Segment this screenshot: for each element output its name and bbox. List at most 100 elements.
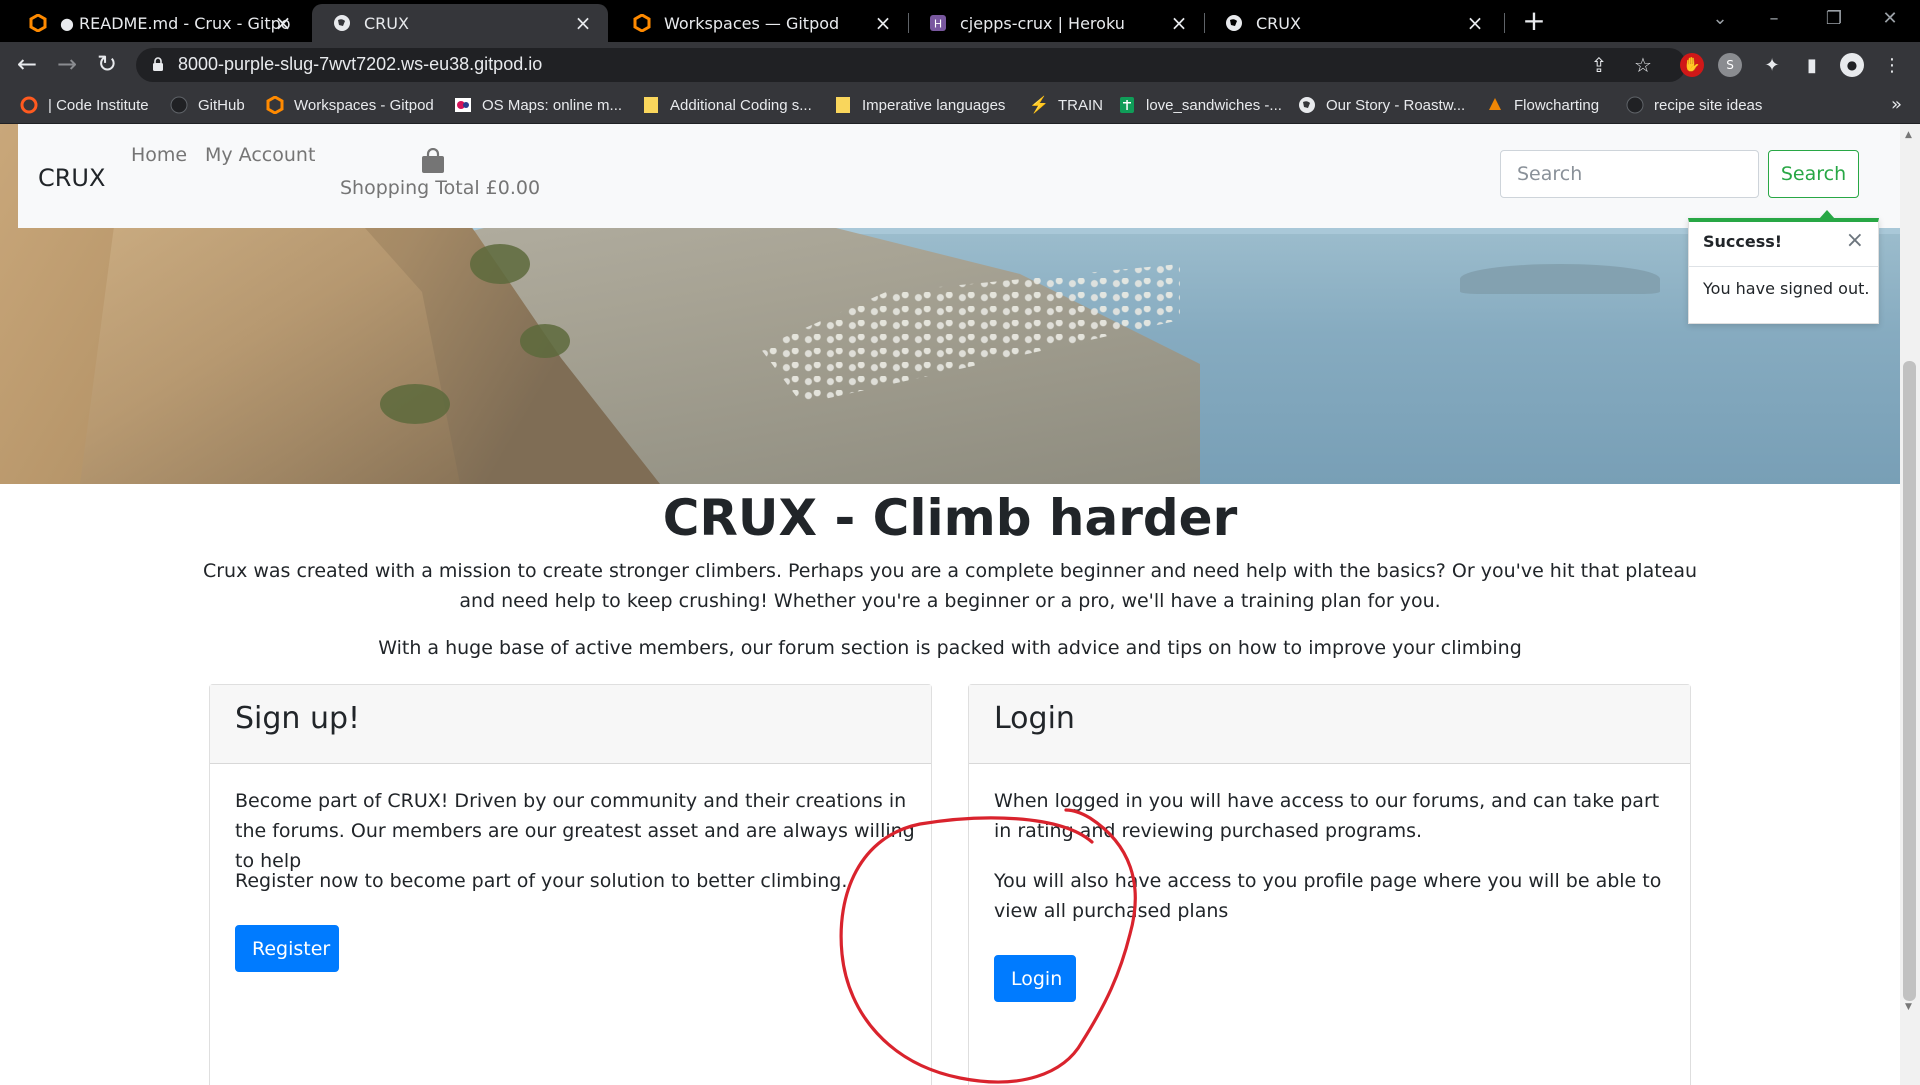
shopping-total[interactable]: Shopping Total £0.00 bbox=[340, 177, 540, 199]
bookmark-item[interactable]: ⚡ TRAIN bbox=[1029, 94, 1103, 116]
code-institute-icon bbox=[20, 96, 38, 114]
bookmark-item[interactable]: OS Maps: online m... bbox=[454, 94, 622, 116]
signup-description: Become part of CRUX! Driven by our commu… bbox=[235, 790, 915, 872]
train-icon: ⚡ bbox=[1029, 97, 1049, 114]
login-button[interactable]: Login bbox=[994, 955, 1076, 1002]
profile-avatar[interactable]: ● bbox=[1840, 53, 1864, 77]
bookmark-item[interactable]: GitHub bbox=[170, 94, 245, 116]
scroll-down-icon[interactable]: ▼ bbox=[1905, 1002, 1912, 1012]
toast-message: You have signed out. bbox=[1703, 279, 1870, 298]
hero-island bbox=[1460, 264, 1660, 294]
close-icon[interactable]: × bbox=[272, 12, 294, 34]
tab-separator bbox=[1504, 13, 1505, 33]
page-title: CRUX - Climb harder bbox=[662, 489, 1238, 547]
bookmark-item[interactable]: Our Story - Roastw... bbox=[1298, 94, 1465, 116]
shopping-bag-icon[interactable] bbox=[421, 148, 445, 174]
nav-link-home[interactable]: Home bbox=[131, 144, 187, 166]
site-brand[interactable]: CRUX bbox=[38, 164, 105, 192]
search-input[interactable] bbox=[1500, 150, 1759, 198]
bookmark-item[interactable]: recipe site ideas bbox=[1626, 94, 1762, 116]
gitpod-icon bbox=[266, 96, 284, 114]
register-button[interactable]: Register bbox=[235, 925, 339, 972]
restore-icon[interactable]: ❐ bbox=[1814, 6, 1854, 32]
close-icon[interactable]: × bbox=[1846, 230, 1864, 252]
github-icon bbox=[1626, 96, 1644, 114]
menu-icon[interactable]: ⋮ bbox=[1880, 53, 1904, 77]
browser-tab[interactable]: ● README.md - Crux - Gitpod Co × bbox=[8, 4, 308, 42]
adblock-icon[interactable]: ✋ bbox=[1680, 53, 1704, 77]
bookmarks-overflow-icon[interactable]: » bbox=[1891, 94, 1902, 115]
sheets-icon bbox=[1118, 96, 1136, 114]
tab-title: cjepps-crux | Heroku bbox=[960, 13, 1125, 33]
extensions-icon[interactable]: ✦ bbox=[1760, 53, 1784, 77]
login-description: When logged in you will have access to o… bbox=[994, 790, 1660, 842]
tab-title: Workspaces — Gitpod bbox=[664, 13, 840, 33]
new-tab-icon[interactable]: + bbox=[1520, 7, 1548, 36]
forward-icon[interactable]: → bbox=[52, 50, 82, 80]
bookmark-item[interactable]: Imperative languages bbox=[834, 94, 1005, 116]
scroll-up-icon[interactable]: ▲ bbox=[1905, 130, 1912, 140]
url-text: 8000-purple-slug-7wvt7202.ws-eu38.gitpod… bbox=[178, 54, 543, 74]
reload-icon[interactable]: ↻ bbox=[92, 50, 122, 80]
tab-title: CRUX bbox=[364, 13, 409, 33]
browser-tab-bar: ● README.md - Crux - Gitpod Co × CRUX × … bbox=[0, 0, 1920, 42]
tab-search-icon[interactable]: ⌄ bbox=[1700, 6, 1740, 32]
folder-icon bbox=[834, 96, 852, 114]
lock-icon bbox=[153, 57, 163, 71]
bookmark-label: OS Maps: online m... bbox=[482, 96, 623, 114]
hero-shrub bbox=[380, 384, 450, 424]
search-button[interactable]: Search bbox=[1768, 150, 1859, 198]
bookmark-label: GitHub bbox=[198, 96, 245, 114]
globe-icon bbox=[1298, 96, 1316, 114]
site-navbar: CRUX Home My Account Shopping Total £0.0… bbox=[18, 124, 1900, 228]
signup-cta-text: Register now to become part of your solu… bbox=[235, 870, 848, 892]
hero-shrub bbox=[470, 244, 530, 284]
bookmark-label: Flowcharting bbox=[1514, 96, 1600, 114]
github-icon bbox=[170, 96, 188, 114]
toast-arrow bbox=[1819, 210, 1835, 219]
signup-card-header: Sign up! bbox=[210, 685, 931, 764]
close-window-icon[interactable]: ✕ bbox=[1870, 6, 1910, 32]
login-card: Login When logged in you will have acces… bbox=[968, 684, 1691, 1085]
browser-tab-active[interactable]: CRUX × bbox=[312, 4, 608, 42]
toast-header: Success! × bbox=[1689, 222, 1878, 267]
close-icon[interactable]: × bbox=[1464, 12, 1486, 34]
bookmark-item[interactable]: | Code Institute bbox=[20, 94, 149, 116]
address-bar[interactable]: 8000-purple-slug-7wvt7202.ws-eu38.gitpod… bbox=[136, 48, 1686, 82]
nav-link-my-account[interactable]: My Account bbox=[205, 144, 315, 166]
page-viewport: CRUX Home My Account Shopping Total £0.0… bbox=[0, 124, 1900, 1085]
bookmark-item[interactable]: love_sandwiches -... bbox=[1118, 94, 1282, 116]
browser-tab[interactable]: Workspaces — Gitpod × bbox=[612, 4, 908, 42]
share-icon[interactable]: ⇪ bbox=[1586, 53, 1612, 77]
skype-extension-icon[interactable]: S bbox=[1718, 53, 1742, 77]
intro-paragraph: Crux was created with a mission to creat… bbox=[202, 560, 1698, 612]
bookmark-label: recipe site ideas bbox=[1654, 96, 1763, 114]
gitpod-icon bbox=[632, 13, 652, 33]
tab-title: ● README.md - Crux - Gitpod Co bbox=[60, 13, 290, 33]
globe-icon bbox=[1224, 13, 1244, 33]
browser-tab[interactable]: H cjepps-crux | Heroku × bbox=[908, 4, 1204, 42]
back-icon[interactable]: ← bbox=[12, 50, 42, 80]
close-icon[interactable]: × bbox=[1168, 12, 1190, 34]
signup-card: Sign up! Become part of CRUX! Driven by … bbox=[209, 684, 932, 1085]
login-card-header: Login bbox=[969, 685, 1690, 764]
bookmark-star-icon[interactable]: ☆ bbox=[1630, 53, 1656, 77]
bookmark-label: Additional Coding s... bbox=[670, 96, 812, 114]
bookmark-label: Imperative languages bbox=[862, 96, 1006, 114]
folder-icon bbox=[642, 96, 660, 114]
tab-title: CRUX bbox=[1256, 13, 1301, 33]
close-icon[interactable]: × bbox=[872, 12, 894, 34]
browser-tab[interactable]: CRUX × bbox=[1204, 4, 1500, 42]
close-icon[interactable]: × bbox=[572, 12, 594, 34]
side-panel-icon[interactable]: ▮ bbox=[1800, 53, 1824, 77]
bookmark-item[interactable]: Additional Coding s... bbox=[642, 94, 812, 116]
minimize-icon[interactable]: – bbox=[1754, 6, 1794, 32]
bookmark-label: | Code Institute bbox=[48, 96, 149, 114]
bookmark-label: Workspaces - Gitpod bbox=[294, 96, 434, 114]
bookmark-label: Our Story - Roastw... bbox=[1326, 96, 1466, 114]
scrollbar-thumb[interactable] bbox=[1903, 361, 1916, 1001]
bookmark-item[interactable]: Flowcharting bbox=[1486, 94, 1599, 116]
page-scrollbar[interactable]: ▲ ▼ bbox=[1900, 124, 1920, 1085]
success-toast: Success! × You have signed out. bbox=[1688, 210, 1879, 324]
bookmark-item[interactable]: Workspaces - Gitpod bbox=[266, 94, 434, 116]
